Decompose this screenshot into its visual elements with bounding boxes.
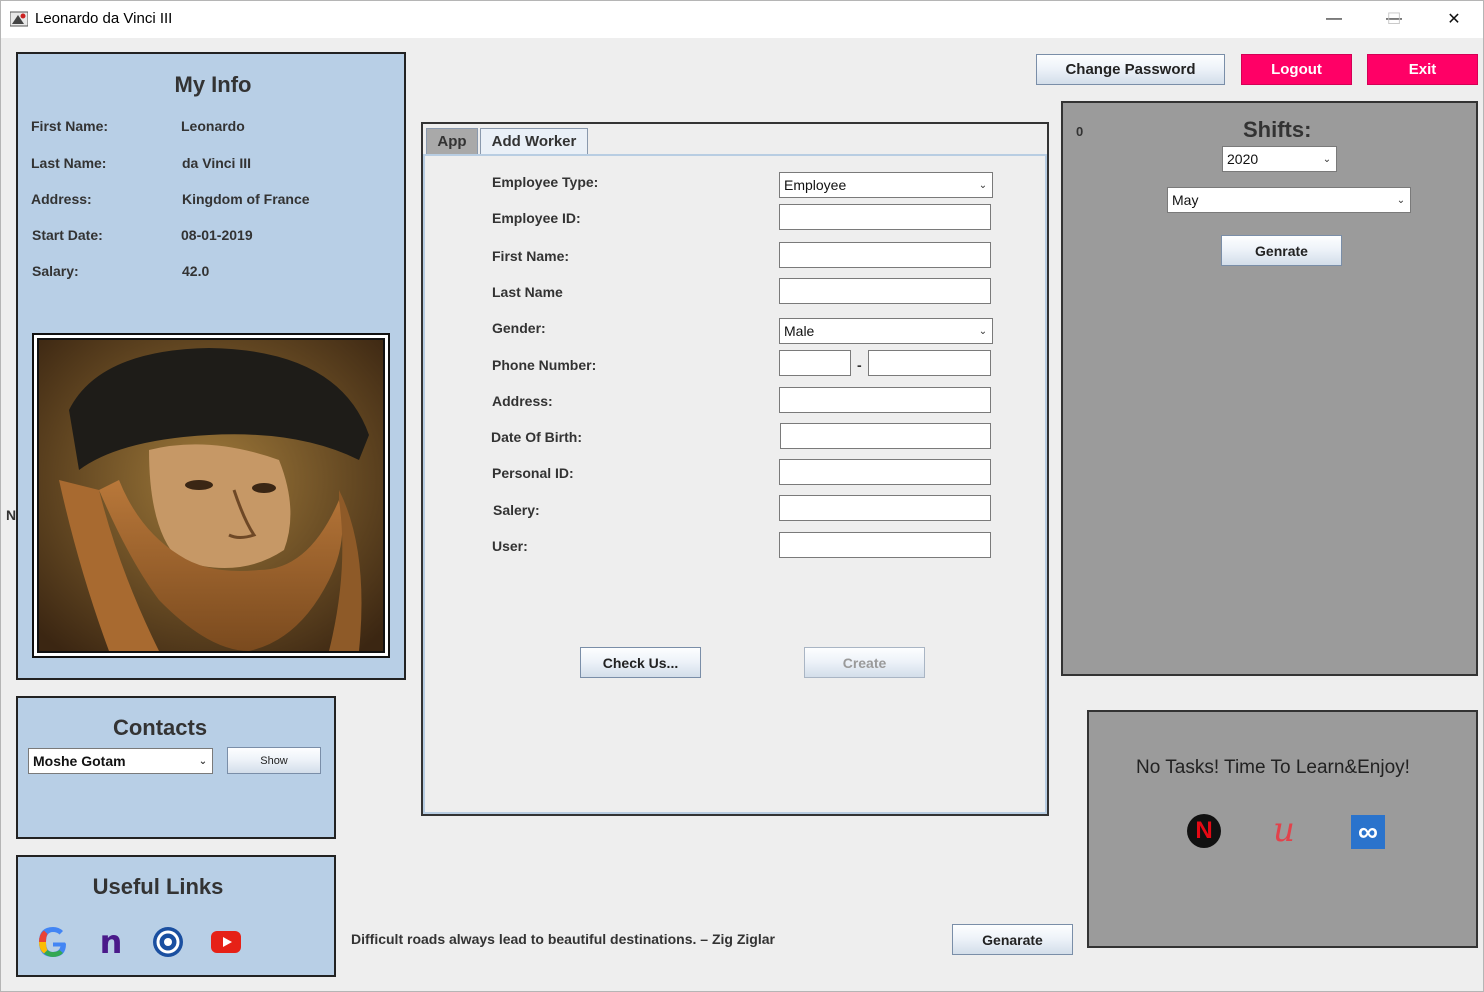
last-name-field[interactable]: [779, 278, 991, 304]
info-value-first-name: Leonardo: [181, 118, 245, 134]
close-button[interactable]: ✕: [1424, 0, 1484, 38]
show-contact-button[interactable]: Show: [227, 747, 321, 774]
netflix-icon[interactable]: N: [1187, 814, 1221, 848]
last-name-label: Last Name: [492, 284, 563, 300]
chevron-down-icon: ⌄: [978, 325, 988, 337]
gender-label: Gender:: [492, 320, 546, 336]
employee-id-field[interactable]: [779, 204, 991, 230]
chevron-down-icon: ⌄: [978, 179, 988, 191]
phone-separator: -: [857, 357, 862, 373]
info-value-address: Kingdom of France: [182, 191, 310, 207]
add-worker-form: Employee Type: Employee ⌄ Employee ID: F…: [423, 154, 1047, 814]
coursera-icon[interactable]: ∞: [1351, 815, 1385, 849]
nu-icon[interactable]: n: [94, 923, 128, 961]
employee-type-select[interactable]: Employee ⌄: [779, 172, 993, 198]
youtube-icon[interactable]: [210, 929, 242, 955]
chevron-down-icon: ⌄: [198, 755, 208, 767]
first-name-label: First Name:: [492, 248, 570, 264]
phone-number-field[interactable]: [868, 350, 991, 376]
user-field[interactable]: [779, 532, 991, 558]
chevron-down-icon: ⌄: [1322, 153, 1332, 165]
user-label: User:: [492, 538, 528, 554]
phone-prefix-field[interactable]: [779, 350, 851, 376]
date-of-birth-label: Date Of Birth:: [491, 429, 582, 445]
personal-id-field[interactable]: [779, 459, 991, 485]
tab-add-worker[interactable]: Add Worker: [480, 128, 588, 154]
info-value-start-date: 08-01-2019: [181, 227, 253, 243]
tasks-message: No Tasks! Time To Learn&Enjoy!: [1136, 757, 1410, 778]
contacts-selected: Moshe Gotam: [33, 753, 126, 769]
first-name-field[interactable]: [779, 242, 991, 268]
profile-portrait: [37, 338, 385, 653]
gender-value: Male: [784, 323, 815, 339]
ubisoft-icon[interactable]: [151, 925, 185, 959]
info-label-start-date: Start Date:: [32, 227, 103, 243]
shifts-month-value: May: [1172, 192, 1199, 208]
phone-label: Phone Number:: [492, 357, 597, 373]
useful-links-panel: Useful Links n: [16, 855, 336, 977]
my-info-heading: My Info: [174, 72, 252, 97]
gender-select[interactable]: Male ⌄: [779, 318, 993, 344]
salary-field[interactable]: [779, 495, 991, 521]
shifts-year-select[interactable]: 2020 ⌄: [1222, 146, 1337, 172]
window-title: Leonardo da Vinci III: [35, 10, 173, 27]
quote-text: Difficult roads always lead to beautiful…: [351, 931, 775, 947]
employee-id-label: Employee ID:: [492, 210, 581, 226]
tab-app[interactable]: App: [426, 128, 478, 154]
create-button: Create: [804, 647, 925, 678]
change-password-button[interactable]: Change Password: [1036, 54, 1225, 85]
date-of-birth-field[interactable]: [780, 423, 991, 449]
info-label-salary: Salary:: [32, 263, 79, 279]
info-value-last-name: da Vinci III: [182, 155, 251, 171]
shifts-year-value: 2020: [1227, 151, 1259, 167]
useful-links-heading: Useful Links: [92, 874, 224, 899]
side-letter: N: [6, 507, 17, 523]
info-label-first-name: First Name:: [31, 118, 109, 134]
udemy-icon[interactable]: u: [1267, 810, 1301, 850]
shifts-panel: 0 Shifts: 2020 ⌄ May ⌄ Genrate: [1061, 101, 1478, 676]
contacts-heading: Contacts: [112, 715, 208, 740]
info-label-last-name: Last Name:: [31, 155, 107, 171]
shifts-heading: Shifts:: [1243, 117, 1312, 142]
chevron-down-icon: ⌄: [1396, 194, 1406, 206]
info-label-address: Address:: [31, 191, 92, 207]
personal-id-label: Personal ID:: [492, 465, 574, 481]
salary-label: Salery:: [493, 502, 540, 518]
google-icon[interactable]: [36, 925, 70, 959]
java-app-icon: [9, 10, 29, 28]
my-info-panel: My Info First Name: Leonardo Last Name: …: [16, 52, 406, 680]
profile-portrait-frame: [32, 333, 390, 658]
info-value-salary: 42.0: [182, 263, 210, 279]
employee-type-value: Employee: [784, 177, 847, 193]
generate-shifts-button[interactable]: Genrate: [1221, 235, 1342, 266]
address-label: Address:: [492, 393, 553, 409]
title-bar: Leonardo da Vinci III —: [0, 0, 1484, 38]
employee-type-label: Employee Type:: [492, 174, 599, 190]
shifts-counter: 0: [1076, 124, 1084, 139]
shifts-month-select[interactable]: May ⌄: [1167, 187, 1411, 213]
exit-button[interactable]: Exit: [1367, 54, 1478, 85]
address-field[interactable]: [779, 387, 991, 413]
tabbed-pane: App Add Worker Employee Type: Employee ⌄…: [421, 122, 1049, 816]
logout-button[interactable]: Logout: [1241, 54, 1352, 85]
tasks-panel: No Tasks! Time To Learn&Enjoy! N u ∞: [1087, 710, 1478, 948]
contacts-panel: Contacts Moshe Gotam ⌄ Show: [16, 696, 336, 839]
minimize-button[interactable]: —: [1304, 0, 1364, 38]
check-user-button[interactable]: Check Us...: [580, 647, 701, 678]
contacts-dropdown[interactable]: Moshe Gotam ⌄: [28, 748, 213, 774]
maximize-button: ☐: [1386, 11, 1402, 28]
generate-quote-button[interactable]: Genarate: [952, 924, 1073, 955]
